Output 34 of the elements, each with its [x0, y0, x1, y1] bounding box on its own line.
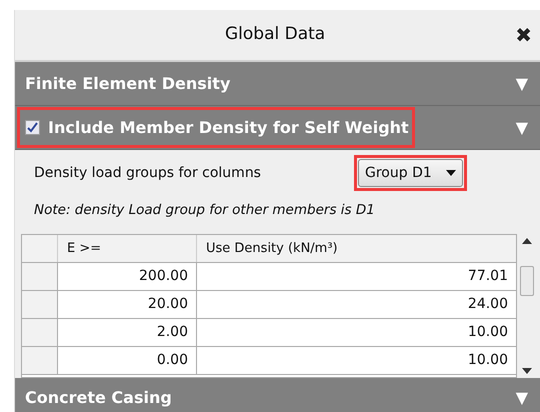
caret-icon: [446, 170, 456, 176]
check-icon: [27, 122, 38, 133]
section-title: Finite Element Density: [25, 72, 230, 94]
table-cell: 2.00: [58, 319, 197, 346]
section-header[interactable]: Include Member Density for Self Weight ▼: [15, 106, 540, 150]
checkbox[interactable]: [25, 120, 40, 135]
section-header[interactable]: Finite Element Density ▼: [15, 62, 540, 106]
table-cell: 200.00: [58, 263, 197, 290]
collapse-arrow[interactable]: ▼: [516, 116, 540, 140]
group-dropdown[interactable]: Group D1: [358, 159, 463, 187]
table-cell-text: 24.00: [466, 295, 509, 314]
table-cell-text: 10.00: [466, 323, 509, 342]
section-title: Concrete Casing: [24, 387, 172, 409]
collapse-arrow[interactable]: ▼: [516, 386, 540, 410]
window-title: Global Data: [224, 23, 326, 46]
collapse-arrow[interactable]: ▼: [516, 72, 540, 96]
row-header[interactable]: [22, 291, 58, 318]
close-button[interactable]: ✖: [515, 20, 540, 50]
table-cell: 20.00: [58, 291, 197, 318]
scroll-up-icon[interactable]: [522, 238, 532, 244]
row-header[interactable]: [22, 347, 58, 374]
table-cell-text: 77.01: [466, 267, 509, 286]
section-header[interactable]: Concrete Casing ▼: [15, 378, 540, 412]
row-header[interactable]: [22, 263, 58, 290]
table-cell-text: 10.00: [466, 351, 509, 370]
table-cell: 0.00: [58, 347, 197, 374]
row-header[interactable]: [22, 319, 58, 346]
scrollbar-thumb[interactable]: [520, 266, 534, 296]
column-header: Use Density (kN/m³): [206, 240, 338, 258]
column-header: E >=: [67, 240, 102, 258]
section-title: Include Member Density for Self Weight: [48, 116, 409, 138]
field-label: Density load groups for columns: [34, 164, 262, 182]
note-text: Note: density Load group for other members is D1: [33, 200, 376, 220]
scroll-down-icon[interactable]: [522, 368, 532, 374]
